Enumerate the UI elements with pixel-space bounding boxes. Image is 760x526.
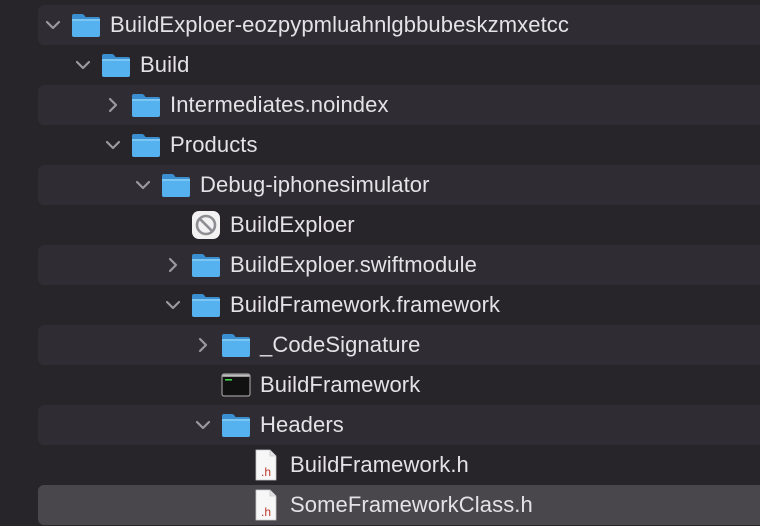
chevron-down-icon[interactable]: [134, 173, 152, 197]
chevron-down-icon[interactable]: [194, 413, 212, 437]
folder-icon: [130, 129, 162, 161]
folder-icon: [130, 89, 162, 121]
tree-row[interactable]: BuildFramework: [0, 365, 760, 405]
terminal-executable-icon: [220, 369, 252, 401]
header-file-icon: .h: [250, 489, 282, 521]
tree-row[interactable]: Debug-iphonesimulator: [0, 165, 760, 205]
tree-item-label: _CodeSignature: [260, 332, 421, 357]
folder-icon: [220, 329, 252, 361]
prohibited-app-icon: [190, 209, 222, 241]
tree-row[interactable]: Build: [0, 45, 760, 85]
header-file-icon: .h: [250, 449, 282, 481]
chevron-right-icon[interactable]: [104, 93, 122, 117]
chevron-down-icon[interactable]: [104, 133, 122, 157]
tree-item-label: SomeFrameworkClass.h: [290, 492, 533, 517]
tree-item-label: Headers: [260, 412, 344, 437]
svg-text:.h: .h: [261, 465, 271, 479]
chevron-down-icon[interactable]: [164, 293, 182, 317]
tree-item-label: BuildFramework.h: [290, 452, 469, 477]
tree-item-label: BuildExploer-eozpypmluahnlgbbubeskzmxetc…: [110, 12, 570, 37]
chevron-down-icon[interactable]: [44, 13, 62, 37]
chevron-right-icon[interactable]: [194, 333, 212, 357]
folder-icon: [160, 169, 192, 201]
tree-row[interactable]: BuildExploer-eozpypmluahnlgbbubeskzmxetc…: [0, 5, 760, 45]
tree-row[interactable]: BuildExploer: [0, 205, 760, 245]
tree-row[interactable]: .h BuildFramework.h: [0, 445, 760, 485]
tree-row[interactable]: BuildFramework.framework: [0, 285, 760, 325]
tree-row[interactable]: .h SomeFrameworkClass.h: [0, 485, 760, 525]
tree-item-label: BuildFramework: [260, 372, 421, 397]
file-tree: BuildExploer-eozpypmluahnlgbbubeskzmxetc…: [0, 5, 760, 525]
tree-row[interactable]: Intermediates.noindex: [0, 85, 760, 125]
tree-item-label: BuildExploer.swiftmodule: [230, 252, 477, 277]
tree-item-label: Debug-iphonesimulator: [200, 172, 430, 197]
svg-text:.h: .h: [261, 505, 271, 519]
tree-item-label: Intermediates.noindex: [170, 92, 389, 117]
folder-icon: [190, 249, 222, 281]
chevron-right-icon[interactable]: [164, 253, 182, 277]
tree-row[interactable]: _CodeSignature: [0, 325, 760, 365]
folder-icon: [100, 49, 132, 81]
folder-icon: [190, 289, 222, 321]
folder-icon: [220, 409, 252, 441]
tree-item-label: BuildExploer: [230, 212, 355, 237]
tree-item-label: Build: [140, 52, 190, 77]
chevron-down-icon[interactable]: [74, 53, 92, 77]
folder-icon: [70, 9, 102, 41]
tree-row[interactable]: Headers: [0, 405, 760, 445]
tree-row[interactable]: BuildExploer.swiftmodule: [0, 245, 760, 285]
tree-item-label: BuildFramework.framework: [230, 292, 501, 317]
tree-row[interactable]: Products: [0, 125, 760, 165]
tree-item-label: Products: [170, 132, 258, 157]
